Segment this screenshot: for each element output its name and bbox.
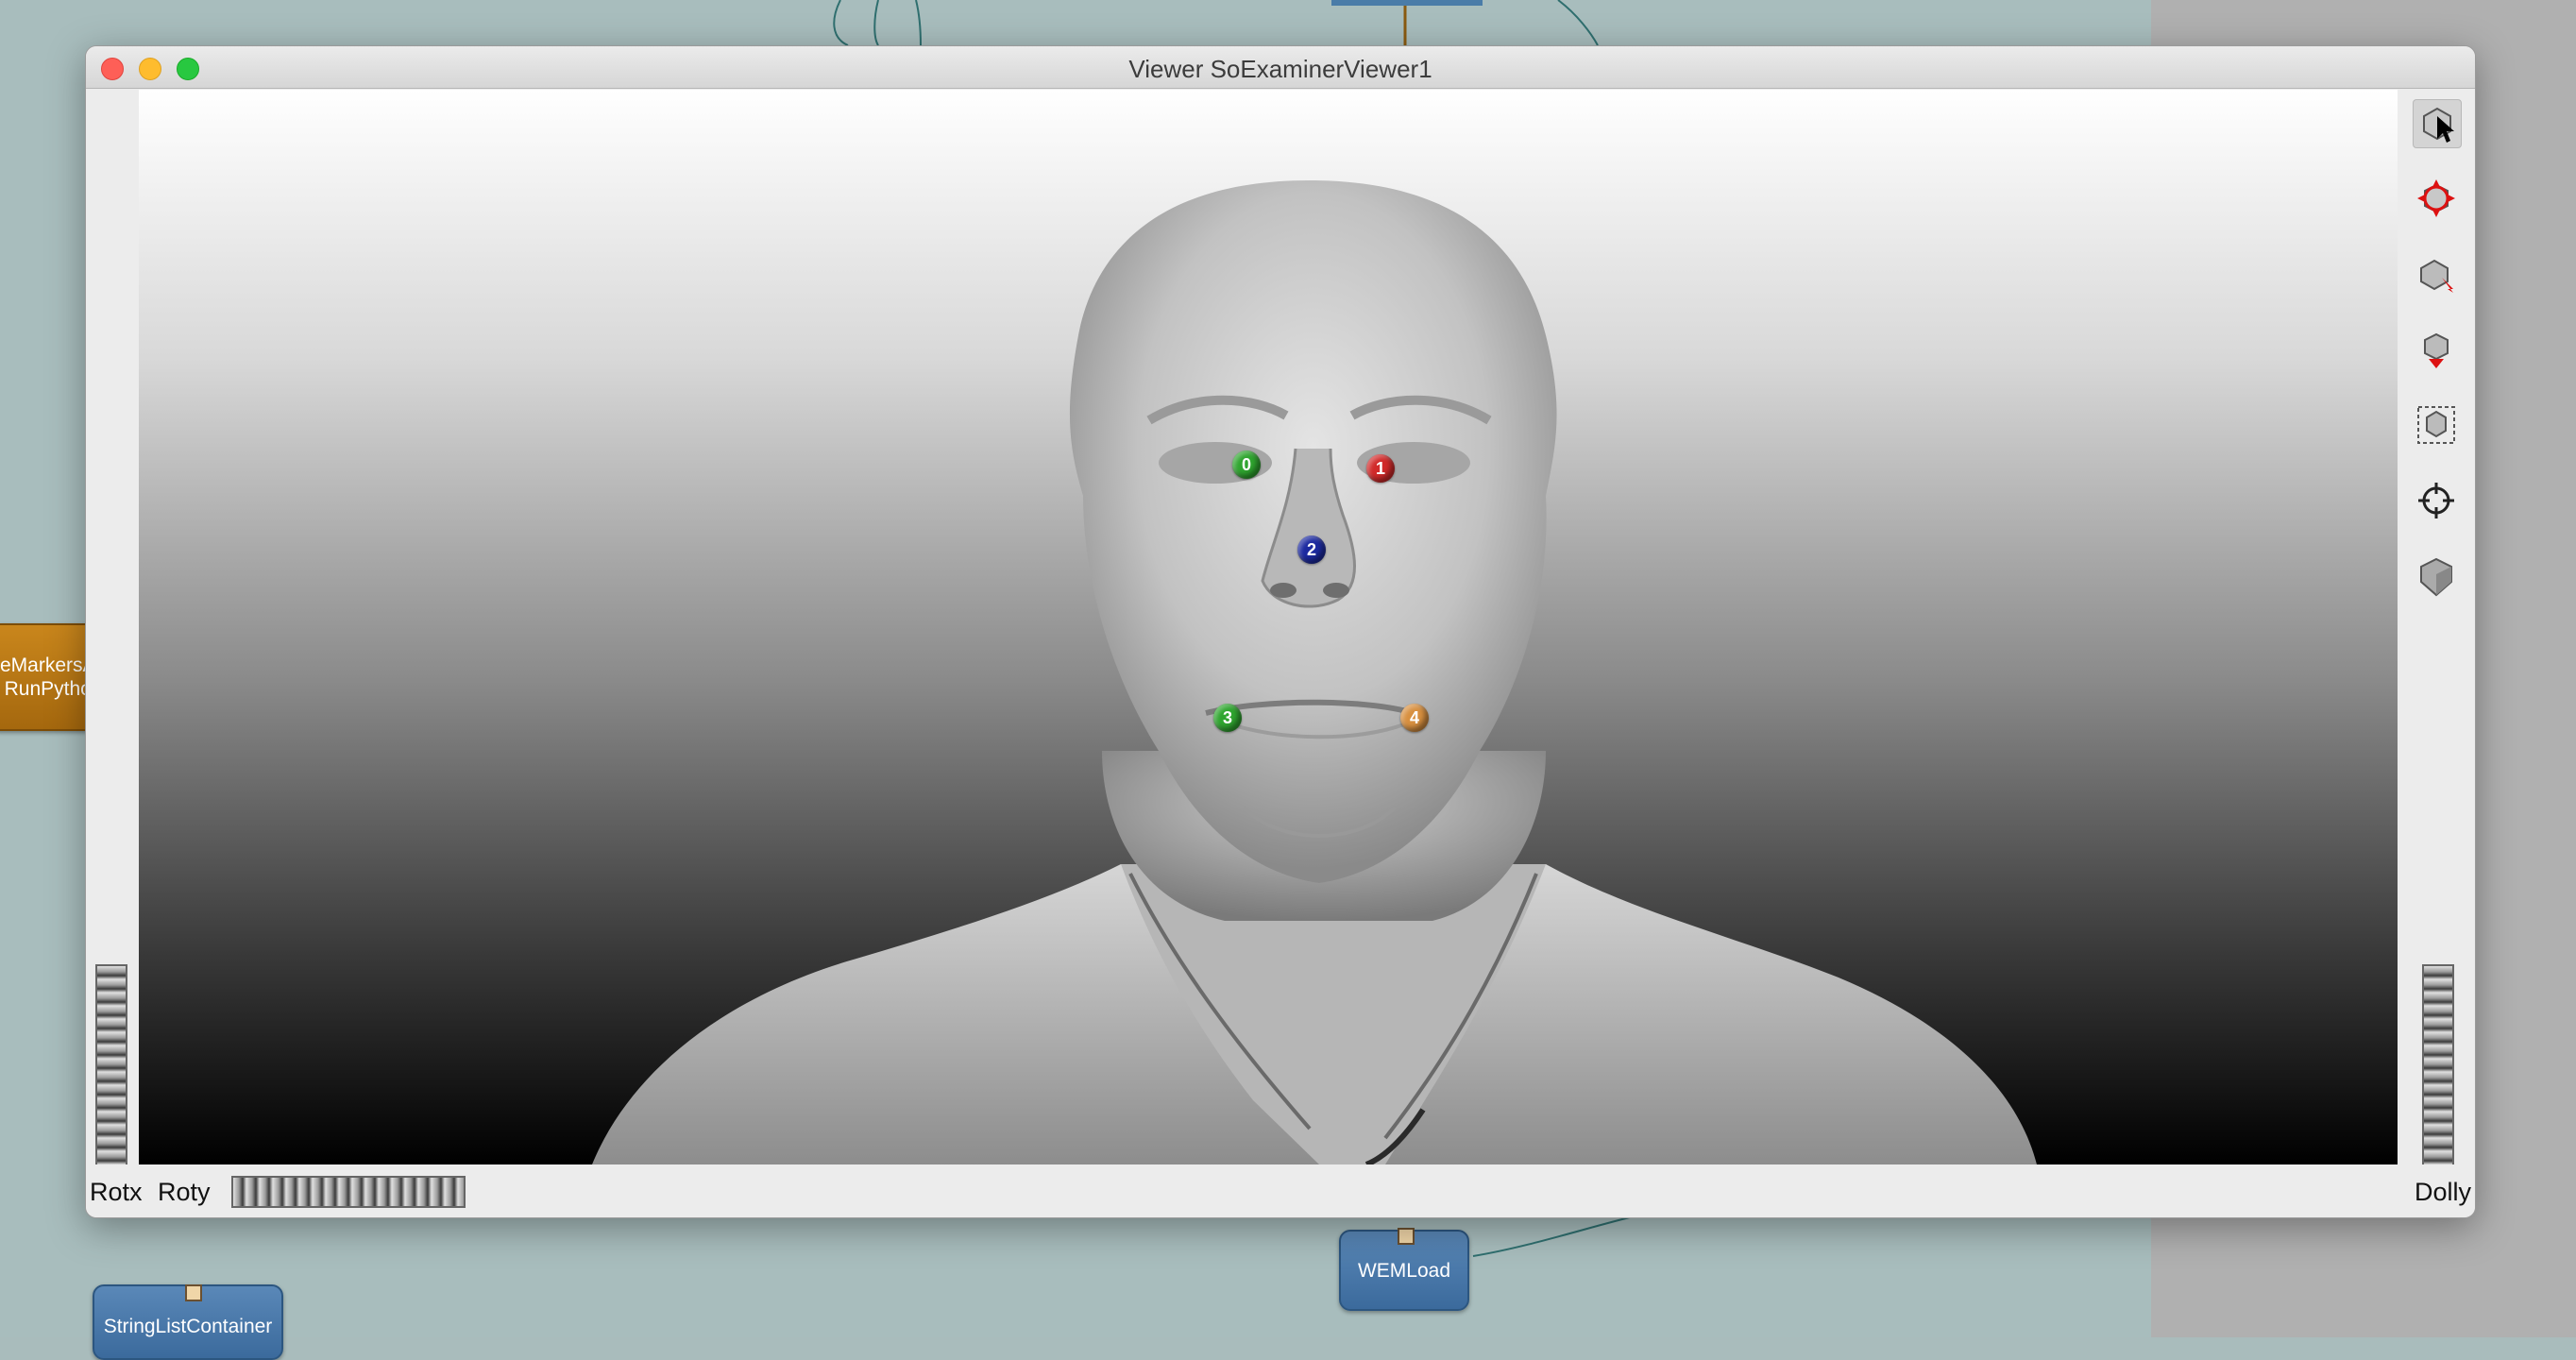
view-all-icon — [2417, 406, 2455, 444]
view-mode-icon — [2417, 179, 2455, 217]
view-all-button[interactable] — [2413, 401, 2460, 449]
marker-3-label: 3 — [1222, 707, 1232, 727]
pick-mode-button[interactable] — [2413, 99, 2462, 148]
wemload-input-port[interactable] — [1398, 1228, 1415, 1245]
python-module-label: eMarkersA RunPytho — [0, 654, 96, 700]
wemload-module-label: WEMLoad — [1357, 1259, 1451, 1282]
projection-icon — [2420, 557, 2452, 597]
left-panel — [86, 90, 139, 1198]
pick-mode-icon — [2423, 107, 2454, 143]
bottom-bar: Rotx Roty Dolly — [86, 1164, 2475, 1217]
window-title: Viewer SoExaminerViewer1 — [1128, 55, 1432, 83]
marker-2-label: 2 — [1306, 539, 1316, 559]
roty-thumbwheel[interactable] — [231, 1176, 466, 1208]
seek-button[interactable] — [2413, 477, 2460, 524]
rotx-thumbwheel[interactable] — [95, 964, 127, 1198]
dolly-thumbwheel[interactable] — [2422, 964, 2454, 1198]
dolly-label: Dolly — [2415, 1178, 2472, 1206]
python-module[interactable]: eMarkersA RunPytho — [0, 623, 96, 731]
home-icon — [2420, 259, 2453, 293]
roty-label: Roty — [158, 1178, 211, 1206]
stringlistcontainer-input-port[interactable] — [185, 1284, 202, 1301]
marker-2[interactable]: 2 — [1297, 536, 1326, 564]
3d-viewport[interactable]: 0 1 2 3 4 — [139, 90, 2398, 1164]
rotx-label: Rotx — [90, 1178, 143, 1206]
face-mesh — [592, 180, 2037, 1164]
marker-3[interactable]: 3 — [1213, 704, 1242, 732]
stringlistcontainer-module-label: StringListContainer — [103, 1316, 273, 1337]
marker-4-label: 4 — [1409, 707, 1419, 727]
view-mode-button[interactable] — [2413, 175, 2460, 222]
viewer-window[interactable]: Viewer SoExaminerViewer1 0 1 2 3 4 Rotx … — [85, 45, 2476, 1218]
marker-4[interactable]: 4 — [1400, 704, 1429, 732]
marker-1-label: 1 — [1375, 458, 1385, 478]
marker-0[interactable]: 0 — [1232, 450, 1261, 479]
home-button[interactable] — [2413, 250, 2460, 298]
marker-1[interactable]: 1 — [1366, 454, 1395, 483]
title-bar[interactable]: Viewer SoExaminerViewer1 — [86, 46, 2475, 89]
viewer-toolbar — [2398, 90, 2475, 1198]
marker-0-label: 0 — [1241, 454, 1251, 474]
set-home-button[interactable] — [2413, 326, 2460, 373]
projection-button[interactable] — [2413, 552, 2460, 600]
set-home-icon — [2424, 332, 2449, 368]
seek-icon — [2418, 483, 2454, 518]
